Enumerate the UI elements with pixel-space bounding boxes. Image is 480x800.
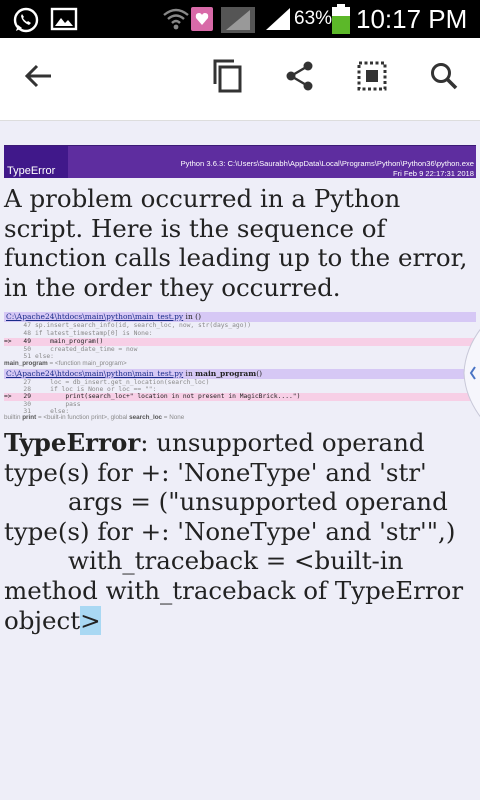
- select-all-button[interactable]: [348, 54, 396, 102]
- python-version-path: Python 3.6.3: C:\Users\Saurabh\AppData\L…: [180, 159, 474, 168]
- error-traceback-line: with_traceback = <built-in method with_t…: [4, 546, 464, 635]
- wifi-icon: [162, 6, 190, 37]
- error-type-heading: TypeError: [7, 165, 56, 177]
- error-details: TypeError: unsupported operand type(s) f…: [4, 428, 478, 635]
- mobile-data-icon: [220, 6, 256, 39]
- frame-1-title: C:\Apache24\htdocs\main\python\main_test…: [4, 312, 476, 322]
- frame-2-line-highlighted: => 29 print(search_loc+" location in not …: [4, 393, 476, 401]
- share-button[interactable]: [276, 54, 324, 102]
- python-info: Python 3.6.3: C:\Users\Saurabh\AppData\L…: [181, 159, 474, 179]
- error-type-cell: TypeError: [4, 146, 68, 178]
- clock: 10:17 PM: [356, 4, 468, 34]
- frame-2-variables: builtin print = <built-in function print…: [4, 414, 185, 421]
- frame-1-line-highlighted: => 49 main_program(): [4, 338, 476, 346]
- error-date: Fri Feb 9 22:17:31 2018: [392, 169, 474, 178]
- intro-paragraph: A problem occurred in a Python script. H…: [4, 184, 468, 302]
- frame-2-function: main_program: [195, 369, 257, 378]
- frame-1-variables: main_program = <function main_program>: [4, 360, 127, 367]
- copy-button[interactable]: [204, 54, 252, 102]
- error-type-name: TypeError: [4, 428, 141, 457]
- error-message: TypeError: unsupported operand type(s) f…: [4, 428, 478, 487]
- error-header-bar: TypeError Python 3.6.3: C:\Users\Saurabh…: [4, 145, 476, 178]
- heart-notification-icon: [191, 6, 213, 37]
- side-panel-handle[interactable]: [462, 327, 480, 419]
- frame-2-file-link[interactable]: C:\Apache24\htdocs\main\python\main_test…: [4, 369, 183, 378]
- toolbar: [0, 38, 480, 121]
- back-button[interactable]: [15, 54, 63, 102]
- battery-percent: 63%: [294, 8, 333, 29]
- back-arrow-icon: [24, 63, 54, 93]
- copy-icon: [212, 58, 244, 98]
- frame-1-line-0: 47 sp.insert_search_info(id, search_loc, …: [23, 322, 252, 329]
- error-args: args = ("unsupported operand type(s) for…: [4, 487, 456, 546]
- search-button[interactable]: [420, 54, 468, 102]
- frame-1-suffix: in (): [183, 312, 202, 321]
- status-bar: 63% 10:17 PM: [0, 0, 480, 38]
- whatsapp-icon: [12, 6, 40, 39]
- share-icon: [284, 60, 316, 96]
- text-selection-cursor[interactable]: >: [80, 605, 101, 635]
- frame-1-file-link[interactable]: C:\Apache24\htdocs\main\python\main_test…: [4, 312, 183, 321]
- frame-2-title: C:\Apache24\htdocs\main\python\main_test…: [4, 369, 476, 379]
- battery-icon: [331, 4, 351, 39]
- select-all-icon: [357, 61, 387, 95]
- signal-icon: [264, 6, 292, 37]
- search-icon: [429, 61, 459, 95]
- gallery-icon: [50, 6, 78, 37]
- frame-1-line-1: 48 if latest_timestamp[0] is None:: [23, 330, 153, 337]
